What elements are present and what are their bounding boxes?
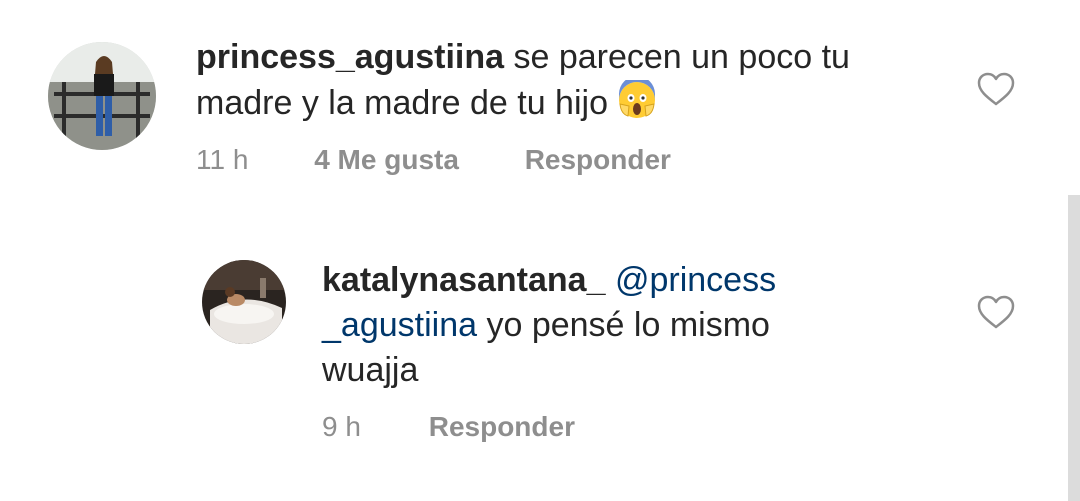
comment-body-line3: wuajja [322, 351, 419, 389]
avatar[interactable] [48, 42, 156, 150]
comment-body-line1: se parecen un poco tu [513, 38, 850, 76]
reply-button[interactable]: Responder [429, 411, 575, 443]
mention-link-continued[interactable]: _agustiina [322, 306, 477, 344]
comment-text: princess_agustiina se parecen un poco tu… [196, 35, 956, 126]
comment-username[interactable]: katalynasantana_ [322, 261, 606, 299]
comment-meta: 9 h Responder [322, 411, 575, 443]
comment-meta: 11 h 4 Me gusta Responder [196, 144, 671, 176]
comment-body-line2: yo pensé lo mismo [486, 306, 770, 344]
heart-outline-icon[interactable] [977, 295, 1015, 329]
comment-time: 9 h [322, 411, 361, 442]
comment-body-line2: madre y la madre de tu hijo [196, 84, 608, 122]
avatar[interactable] [202, 260, 286, 344]
heart-outline-icon[interactable] [977, 72, 1015, 106]
reply-button[interactable]: Responder [525, 144, 671, 176]
face-screaming-in-fear-icon [617, 76, 657, 120]
likes-count-link[interactable]: 4 Me gusta [314, 144, 459, 176]
mention-link[interactable]: @princess [615, 261, 776, 299]
scrollbar[interactable] [1068, 195, 1080, 501]
comment-text: katalynasantana_ @princess _agustiina yo… [322, 258, 882, 393]
comment-username[interactable]: princess_agustiina [196, 38, 504, 76]
comment-time: 11 h [196, 144, 249, 175]
